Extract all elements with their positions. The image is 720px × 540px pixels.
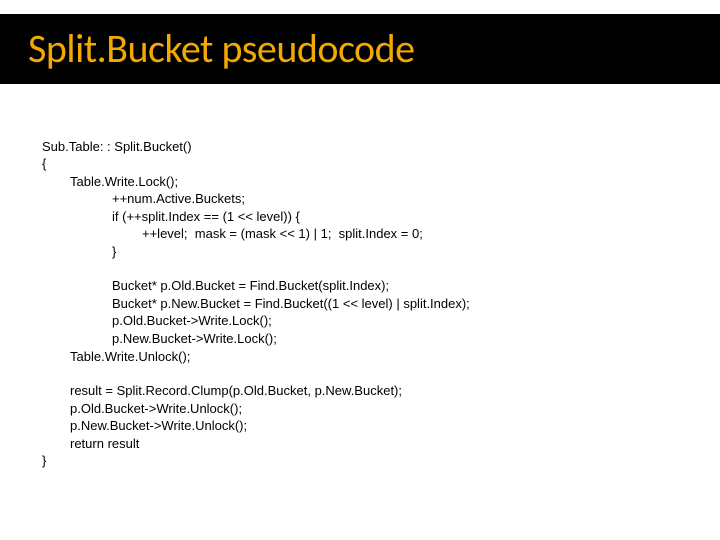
slide: Split.Bucket pseudocode Sub.Table: : Spl… xyxy=(0,14,720,540)
slide-title: Split.Bucket pseudocode xyxy=(28,28,720,70)
code-line: return result xyxy=(42,435,678,453)
title-bar: Split.Bucket pseudocode xyxy=(0,14,720,84)
code-line: ++level; mask = (mask << 1) | 1; split.I… xyxy=(42,225,678,243)
code-line: p.New.Bucket->Write.Unlock(); xyxy=(42,417,678,435)
code-line: { xyxy=(42,156,46,171)
code-line: result = Split.Record.Clump(p.Old.Bucket… xyxy=(42,382,678,400)
code-line: ++num.Active.Buckets; xyxy=(42,190,678,208)
blank-line xyxy=(42,365,678,382)
blank-line xyxy=(42,260,678,277)
code-line: Table.Write.Lock(); xyxy=(42,173,678,191)
code-line: p.Old.Bucket->Write.Lock(); xyxy=(42,312,678,330)
code-line: } xyxy=(42,243,678,261)
code-line: p.Old.Bucket->Write.Unlock(); xyxy=(42,400,678,418)
code-block: Sub.Table: : Split.Bucket() { Table.Writ… xyxy=(0,84,720,487)
code-line: Bucket* p.Old.Bucket = Find.Bucket(split… xyxy=(42,277,678,295)
code-line: Table.Write.Unlock(); xyxy=(42,348,678,366)
code-line: } xyxy=(42,453,46,468)
code-line: if (++split.Index == (1 << level)) { xyxy=(42,208,678,226)
code-line: p.New.Bucket->Write.Lock(); xyxy=(42,330,678,348)
code-line: Sub.Table: : Split.Bucket() xyxy=(42,139,192,154)
code-line: Bucket* p.New.Bucket = Find.Bucket((1 <<… xyxy=(42,295,678,313)
